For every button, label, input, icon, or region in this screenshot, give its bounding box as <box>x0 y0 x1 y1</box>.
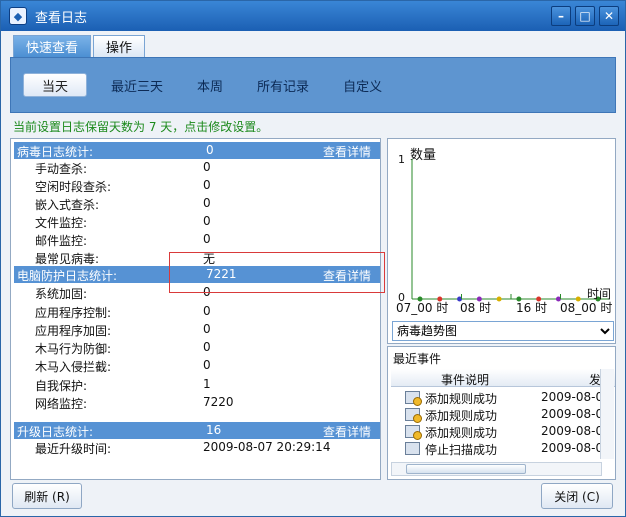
virus-stats-header: 病毒日志统计: 0 查看详情 <box>14 142 380 159</box>
right-panel: 数量 1 0 时间 07_00 时 08 时 16 时 08_00 时 病毒趋势… <box>387 138 616 480</box>
chart-type-select[interactable]: 病毒趋势图 <box>392 321 614 341</box>
trend-chart-box: 数量 1 0 时间 07_00 时 08 时 16 时 08_00 时 病毒趋势… <box>387 138 616 344</box>
stats-panel: 病毒日志统计: 0 查看详情 手动查杀: 0 空闲时段查杀: 0 嵌入式查杀: 0 文… <box>10 138 381 480</box>
xtick-label: 07_00 时 <box>396 301 449 315</box>
tab-bar: 快速查看 操作 <box>13 35 147 57</box>
minimize-button[interactable]: – <box>551 6 571 26</box>
filter-bar: 当天 最近三天 本周 所有记录 自定义 <box>10 57 616 113</box>
events-table: 事件说明 发 添加规则成功 2009-08-07 添加规则成功 2009-08-07… <box>391 369 615 459</box>
table-row[interactable]: 添加规则成功 2009-08-07 <box>391 406 615 423</box>
upgrade-stats-value: 16 <box>206 423 222 437</box>
column-description[interactable]: 事件说明 <box>441 371 489 388</box>
protect-stats-header: 电脑防护日志统计: 7221 查看详情 <box>14 266 380 283</box>
table-row[interactable]: 停止扫描成功 2009-08-07 <box>391 440 615 457</box>
list-icon <box>405 442 420 455</box>
shield-icon <box>405 391 422 406</box>
maximize-button[interactable]: □ <box>575 6 595 26</box>
scroll-thumb[interactable] <box>406 464 526 474</box>
virus-details-link[interactable]: 查看详情 <box>323 143 371 160</box>
log-viewer-window: ◆ 查看日志 – □ ✕ 快速查看 操作 当天 最近三天 本周 所有记录 自定义… <box>0 0 626 517</box>
filter-custom[interactable]: 自定义 <box>333 73 392 97</box>
upgrade-details-link[interactable]: 查看详情 <box>323 423 371 440</box>
close-button[interactable]: 关闭 (C) <box>541 483 613 509</box>
retention-settings-link[interactable]: 当前设置日志保留天数为 7 天，点击修改设置。 <box>13 118 268 135</box>
filter-this-week[interactable]: 本周 <box>187 73 233 97</box>
filter-today[interactable]: 当天 <box>23 73 88 97</box>
xtick-label: 16 时 <box>516 301 548 315</box>
shield-app-icon: ◆ <box>9 7 27 25</box>
filter-last-three-days[interactable]: 最近三天 <box>101 73 173 97</box>
virus-stats-label: 病毒日志统计: <box>17 145 94 159</box>
events-horizontal-scrollbar[interactable] <box>391 462 602 476</box>
xtick-label: 08_00 时 <box>560 301 613 315</box>
shield-icon <box>405 425 422 440</box>
recent-events-box: 最近事件 事件说明 发 添加规则成功 2009-08-07 添加规则成功 2009-… <box>387 346 616 480</box>
tab-quick-view[interactable]: 快速查看 <box>13 35 92 57</box>
events-column-header: 事件说明 发 <box>391 369 615 387</box>
close-window-button[interactable]: ✕ <box>599 6 619 26</box>
virus-stats-value: 0 <box>206 143 214 157</box>
upgrade-stats-label: 升级日志统计: <box>17 425 94 439</box>
filter-all-records[interactable]: 所有记录 <box>247 73 319 97</box>
table-row[interactable]: 添加规则成功 2009-08-07 <box>391 389 615 406</box>
protect-details-link[interactable]: 查看详情 <box>323 267 371 284</box>
data-point <box>496 296 502 302</box>
title-bar: ◆ 查看日志 – □ ✕ <box>1 1 625 31</box>
recent-events-title: 最近事件 <box>393 352 442 366</box>
window-title: 查看日志 <box>35 10 88 26</box>
protect-stats-value: 7221 <box>206 267 237 281</box>
xtick-label: 08 时 <box>460 301 492 315</box>
shield-icon <box>405 408 422 423</box>
protect-stats-label: 电脑防护日志统计: <box>17 269 118 283</box>
events-vertical-scrollbar[interactable] <box>600 369 614 459</box>
tab-operations[interactable]: 操作 <box>93 35 146 57</box>
table-row[interactable]: 添加规则成功 2009-08-07 <box>391 423 615 440</box>
refresh-button[interactable]: 刷新 (R) <box>12 483 82 509</box>
upgrade-stats-header: 升级日志统计: 16 查看详情 <box>14 422 380 439</box>
